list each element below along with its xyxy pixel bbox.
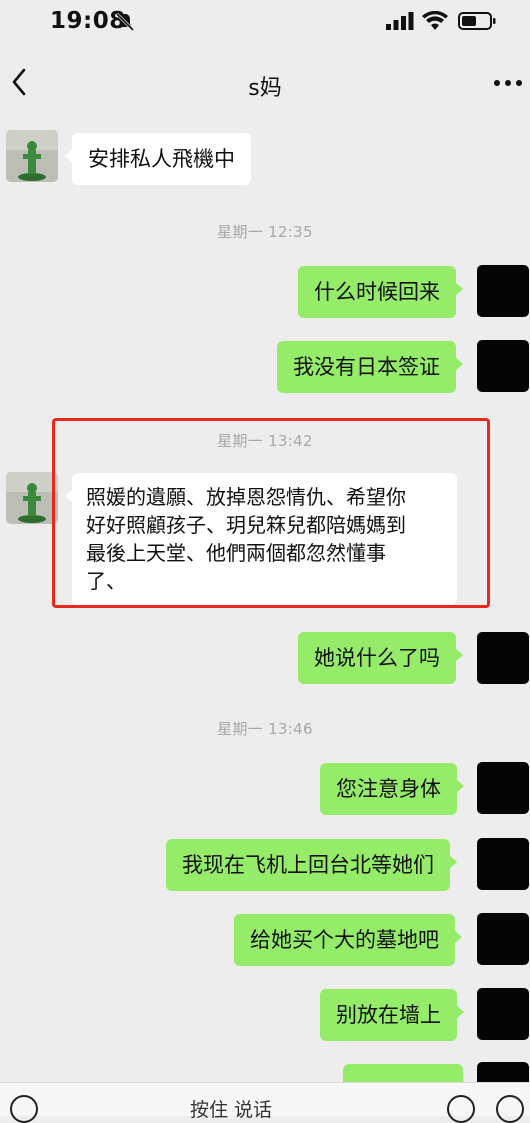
my-avatar[interactable]	[477, 762, 529, 814]
outgoing-message[interactable]: 别放在墙上	[320, 989, 464, 1041]
status-bar: 19:08	[0, 0, 530, 48]
highlight-box	[52, 418, 490, 608]
hold-to-talk-button[interactable]: 按住 说话	[190, 1095, 272, 1122]
outgoing-message[interactable]: 我没有日本签证	[277, 341, 463, 393]
emoji-icon[interactable]	[447, 1095, 475, 1123]
more-icon[interactable]	[492, 78, 524, 88]
outgoing-message[interactable]: 给她买个大的墓地吧	[234, 914, 462, 966]
outgoing-message[interactable]: 什么时候回来	[298, 266, 463, 318]
bell-mute-icon	[115, 12, 135, 32]
contact-avatar[interactable]	[6, 130, 58, 182]
my-avatar[interactable]	[477, 265, 529, 317]
my-avatar[interactable]	[477, 838, 529, 890]
outgoing-message[interactable]: 她说什么了吗	[298, 632, 463, 684]
my-avatar[interactable]	[477, 913, 529, 965]
chat-title: s妈	[248, 76, 282, 101]
contact-avatar[interactable]	[6, 472, 58, 524]
incoming-message[interactable]: 安排私人飛機中	[65, 133, 251, 185]
timestamp: 星期一 12:35	[217, 223, 313, 241]
outgoing-message[interactable]: 我现在飞机上回台北等她们	[166, 839, 457, 891]
signal-icon	[386, 12, 414, 30]
voice-icon[interactable]	[10, 1095, 38, 1123]
battery-icon	[458, 12, 496, 30]
my-avatar[interactable]	[477, 988, 529, 1040]
my-avatar[interactable]	[477, 632, 529, 684]
input-bar: 按住 说话	[0, 1082, 530, 1123]
my-avatar[interactable]	[477, 340, 529, 392]
wifi-icon	[422, 11, 448, 30]
plus-icon[interactable]	[496, 1095, 524, 1123]
timestamp: 星期一 13:46	[217, 720, 313, 738]
outgoing-message[interactable]: 您注意身体	[320, 763, 464, 815]
nav-bar: s妈	[0, 48, 530, 118]
